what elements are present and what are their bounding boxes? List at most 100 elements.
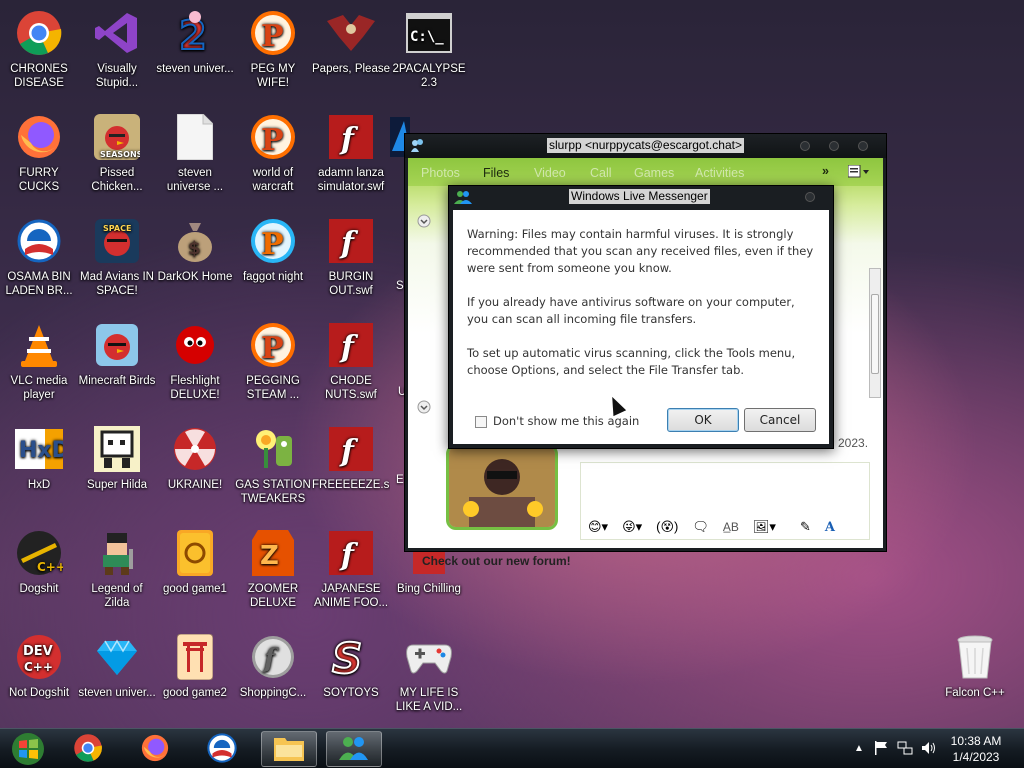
desktop-icon-vlc[interactable]: VLC media player [0, 320, 78, 420]
font-icon[interactable]: A̲B [723, 520, 739, 534]
taskbar-obama[interactable] [194, 731, 250, 767]
pixel-hero-icon [92, 528, 142, 578]
taskbar-firefox[interactable] [127, 731, 183, 767]
desktop-icon-super-hilda[interactable]: Super Hilda [78, 424, 156, 524]
desktop-icon-chrones-disease[interactable]: CHRONES DISEASE [0, 8, 78, 108]
desktop-icon-peg-my-wife[interactable]: P PEG MY WIFE! [234, 8, 312, 108]
desktop-icon-minecraft-birds[interactable]: Minecraft Birds [78, 320, 156, 420]
network-icon[interactable] [897, 740, 913, 759]
virus-warning-dialog[interactable]: Windows Live Messenger Warning: Files ma… [448, 185, 834, 449]
checkbox-box[interactable] [475, 415, 487, 428]
voice-clip-icon[interactable]: 🗨 [692, 519, 709, 535]
wink-icon[interactable]: 😜▾ [622, 519, 642, 535]
start-button[interactable] [0, 731, 56, 767]
cancel-button[interactable]: Cancel [744, 408, 816, 432]
taskbar-clock[interactable]: 10:38 AM 1/4/2023 [946, 733, 1006, 765]
desktop-icon-osama[interactable]: OSAMA BIN LADEN BR... [0, 216, 78, 316]
desktop-icon-faggot-night[interactable]: P faggot night [234, 216, 312, 316]
desktop-icon-ukraine[interactable]: UKRAINE! [156, 424, 234, 524]
scrollbar-thumb[interactable] [871, 294, 879, 374]
close-button[interactable] [858, 141, 868, 151]
menu-icon[interactable] [847, 164, 870, 182]
minimize-button[interactable] [800, 141, 810, 151]
desktop-icon-label: Papers, Please [312, 63, 390, 75]
desktop-icon-falcon-cpp[interactable]: Falcon C++ [936, 632, 1014, 732]
tab-files[interactable]: Files [483, 166, 509, 180]
dont-show-again-checkbox[interactable]: Don't show me this again [475, 413, 639, 430]
background-icon[interactable]: 🖼▾ [753, 519, 776, 535]
desktop-icon-adamn-lanza[interactable]: f adamn lanza simulator.swf [312, 112, 390, 212]
taskbar-chrome[interactable] [60, 731, 116, 767]
system-tray: ▲ 10:38 AM 1/4/2023 [824, 729, 1024, 768]
desktop-icon-label: steven univer... [156, 63, 234, 75]
desktop-icon-pissed-chicken[interactable]: SEASONS Pissed Chicken... [78, 112, 156, 212]
desktop-icon-label: BURGIN OUT.swf [328, 271, 374, 297]
desktop-icon-steven-universe-file[interactable]: steven universe ... [156, 112, 234, 212]
desktop-icon-pegging-steam[interactable]: P PEGGING STEAM ... [234, 320, 312, 420]
dialog-setup-text: To set up automatic virus scanning, clic… [467, 346, 796, 377]
flash-icon: f [326, 320, 376, 370]
contact-avatar[interactable] [446, 444, 558, 530]
tab-photos[interactable]: Photos [421, 166, 460, 180]
dialog-title: Windows Live Messenger [569, 189, 710, 204]
svg-text:C++: C++ [24, 660, 53, 674]
peggle-nights-icon: P [248, 216, 298, 266]
desktop-icon-gas-station[interactable]: GAS STATION TWEAKERS [234, 424, 312, 524]
tab-games[interactable]: Games [634, 166, 674, 180]
mahjong-tile-icon [170, 528, 220, 578]
desktop-icon-steven-universe-gem[interactable]: steven univer... [78, 632, 156, 732]
svg-text:$: $ [188, 238, 201, 259]
desktop-icon-zoomer-deluxe[interactable]: Z ZOOMER DELUXE [234, 528, 312, 628]
desktop-icon-darkok-home[interactable]: $ DarkOK Home [156, 216, 234, 316]
desktop-icon-mad-avians[interactable]: SPACE Mad Avians IN SPACE! [78, 216, 156, 316]
emoticon-icon[interactable]: 😊▾ [588, 519, 608, 535]
desktop-icon-legend-of-zilda[interactable]: Legend of Zilda [78, 528, 156, 628]
desktop-icon-label: JAPANESE ANIME FOO... [313, 583, 389, 609]
desktop-icon-visually-stupid[interactable]: Visually Stupid... [78, 8, 156, 108]
desktop-icon-burgin-out[interactable]: f BURGIN OUT.swf [312, 216, 390, 316]
text-style-icon[interactable]: A [825, 520, 835, 535]
maximize-button[interactable] [829, 141, 839, 151]
tab-video[interactable]: Video [534, 166, 566, 180]
desktop-icon-2pacalypse[interactable]: C:\_ 2PACALYPSE 2.3 [390, 8, 468, 108]
desktop-icon-my-life[interactable]: MY LIFE IS LIKE A VID... [390, 632, 468, 732]
desktop-icon-shopping[interactable]: f ShoppingC... [234, 632, 312, 732]
flag-icon[interactable] [874, 740, 888, 759]
desktop-icon-chode-nuts[interactable]: f CHODE NUTS.swf [312, 320, 390, 420]
more-tabs-button[interactable]: » [822, 164, 829, 178]
desktop-icon-soytoys[interactable]: S SOYTOYS [312, 632, 390, 732]
desktop-icon-papers-please[interactable]: Papers, Please [312, 8, 390, 108]
volume-icon[interactable] [921, 740, 937, 759]
show-hidden-icons-chevron-icon[interactable]: ▲ [854, 743, 864, 754]
collapse-chevron-icon[interactable] [417, 214, 431, 231]
svg-text:P: P [261, 227, 284, 262]
tab-activities[interactable]: Activities [695, 166, 744, 180]
desktop-icon-not-dogshit[interactable]: DEV C++ Not Dogshit [0, 632, 78, 732]
desktop-icon-japanese-anime[interactable]: f JAPANESE ANIME FOO... [312, 528, 390, 628]
desktop-icon-hxd[interactable]: HxD HxD [0, 424, 78, 524]
desktop-icon-label: MY LIFE IS LIKE A VID... [395, 687, 463, 713]
ok-button[interactable]: OK [667, 408, 739, 432]
desktop-icon-freeeeeze[interactable]: f FREEEEEZE.s... [312, 424, 390, 524]
mahjong-gate-icon [170, 632, 220, 682]
taskbar-messenger[interactable] [326, 731, 382, 767]
desktop-icon-dogshit[interactable]: C++ Dogshit [0, 528, 78, 628]
peggle-icon: P [248, 8, 298, 58]
desktop-icon-fleshlight[interactable]: Fleshlight DELUXE! [156, 320, 234, 420]
desktop-icon-world-of-warcraft[interactable]: P world of warcraft [234, 112, 312, 212]
conversation-scrollbar[interactable] [869, 268, 881, 398]
desktop-icon-furry-cucks[interactable]: FURRY CUCKS [0, 112, 78, 212]
desktop-icon-good-game2[interactable]: good game2 [156, 632, 234, 732]
messenger-title-bar[interactable]: slurpp <nurppycats@escargot.chat> [405, 134, 886, 158]
tab-call[interactable]: Call [590, 166, 612, 180]
expand-chevron-icon[interactable] [417, 400, 431, 417]
taskbar-file-explorer[interactable] [261, 731, 317, 767]
dialog-close-button[interactable] [805, 192, 815, 202]
desktop-icon-good-game1[interactable]: good game1 [156, 528, 234, 628]
desktop-icon-steven-universe-1[interactable]: 2 steven univer... [156, 8, 234, 108]
nudge-icon[interactable]: (😵) [656, 519, 678, 535]
radiation-icon [170, 424, 220, 474]
forum-banner-link[interactable]: Check out our new forum! [422, 554, 571, 568]
handwriting-icon[interactable]: ✎ [800, 519, 811, 535]
flash-player-icon: f [248, 632, 298, 682]
